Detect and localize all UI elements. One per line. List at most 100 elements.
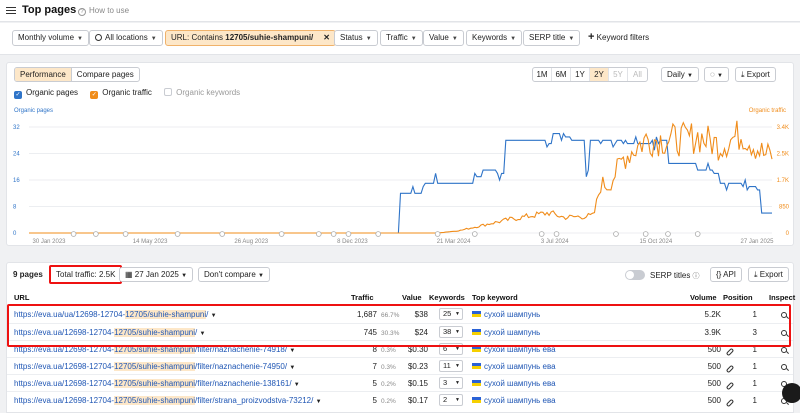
link-icon[interactable] [725, 347, 735, 357]
export-label: Export [759, 270, 783, 279]
plus-icon: + [588, 31, 595, 43]
x-tick-label: 15 Oct 2024 [640, 239, 673, 245]
keywords-dropdown[interactable]: 2 ▼ [439, 394, 463, 406]
top-keyword[interactable]: сухой шампунь ева [472, 396, 556, 405]
url-filter-value: 12705/suhie-shampuni/ [225, 33, 314, 42]
keywords-dropdown[interactable]: 11 ▼ [439, 360, 463, 372]
traffic-share-label: 0.3% [381, 364, 396, 371]
annotation-marker [613, 231, 619, 237]
col-traffic[interactable]: Traffic [351, 293, 374, 302]
url-match: 12705/suhie-shampuni [114, 379, 196, 388]
menu-icon[interactable] [6, 5, 16, 15]
table-row: https://eva.ua/12698-12704-12705/suhie-s… [7, 374, 793, 391]
url-link[interactable]: https://eva.ua/12698-12704-12705/suhie-s… [14, 396, 322, 405]
keywords-dropdown[interactable]: Keywords ▼ [466, 30, 523, 46]
traffic-number: 7 [372, 362, 377, 371]
value-label: Value [429, 33, 449, 42]
inspect-icon[interactable] [781, 346, 787, 355]
url-filter-prefix: URL: Contains [171, 33, 226, 42]
caret-down-icon: ▼ [77, 36, 83, 42]
compare-dropdown[interactable]: Don't compare ▼ [198, 267, 270, 282]
annotation-marker [330, 231, 337, 237]
y-right-tick-label: 3.4K [777, 125, 789, 131]
calendar-icon: ▦ [125, 270, 133, 279]
top-keyword-link: сухой шампунь ева [484, 362, 556, 371]
api-button[interactable]: {} API [710, 267, 743, 282]
x-tick-label: 14 May 2023 [133, 239, 168, 245]
traffic-share: 0.3% [379, 362, 396, 371]
page-header: Top pages ? How to use [0, 0, 800, 22]
annotation-marker [345, 231, 352, 237]
url-filter-chip[interactable]: URL: Contains 12705/suhie-shampuni/ ✕ [165, 30, 336, 46]
annotation-marker [219, 231, 225, 237]
keywords-dropdown[interactable]: 3 ▼ [439, 377, 463, 389]
caret-down-icon: ▼ [410, 36, 417, 42]
table-export-button[interactable]: ⤓ Export [748, 267, 789, 282]
status-dropdown[interactable]: Status ▼ [334, 30, 378, 46]
traffic-share: 0.2% [379, 396, 396, 405]
url-link[interactable]: https://eva.ua/12698-12704-12705/suhie-s… [14, 362, 295, 371]
col-url[interactable]: URL [14, 293, 29, 302]
keyword-filters-label: Keyword filters [596, 33, 650, 42]
caret-down-icon: ▼ [455, 363, 460, 369]
volume-cell: 500 [707, 396, 721, 405]
table-row: https://eva.ua/12698-12704-12705/suhie-s… [7, 357, 793, 374]
url-part: /filter/strana_proizvodstva-73212/ [195, 396, 314, 405]
globe-icon [95, 34, 102, 41]
locations-label: All locations [105, 33, 148, 42]
col-volume[interactable]: Volume [690, 293, 717, 302]
value-cell: $0.15 [407, 379, 428, 388]
value-dropdown[interactable]: Value ▼ [423, 30, 464, 46]
traffic-dropdown[interactable]: Traffic ▼ [380, 30, 423, 46]
traffic-share-label: 0.3% [381, 347, 396, 354]
traffic-share-label: 0.2% [381, 381, 396, 388]
date-picker[interactable]: ▦ 27 Jan 2025 ▼ [119, 267, 194, 282]
keyword-filters-button[interactable]: + Keyword filters [583, 30, 654, 46]
col-inspect: Inspect [769, 293, 796, 302]
url-part: https://eva.ua/12698-12704- [14, 362, 115, 371]
close-icon[interactable]: ✕ [323, 33, 330, 42]
traffic-value: 5 [373, 379, 377, 388]
keywords-count: 11 [443, 361, 451, 370]
series-line [29, 132, 772, 234]
compare-label: Don't compare [204, 270, 256, 279]
volume-cell: 500 [707, 379, 721, 388]
col-value[interactable]: Value [402, 293, 422, 302]
code-icon: {} [716, 270, 722, 279]
locations-dropdown[interactable]: All locations ▼ [89, 30, 163, 46]
position-cell: 1 [752, 396, 757, 405]
inspect-icon[interactable] [781, 363, 787, 372]
position-cell: 1 [752, 379, 757, 388]
link-icon[interactable] [725, 364, 735, 374]
caret-down-icon[interactable]: ▼ [316, 399, 322, 405]
serp-titles-label: SERP titles [650, 271, 691, 280]
monthly-volume-dropdown[interactable]: Monthly volume ▼ [12, 30, 89, 46]
caret-down-icon: ▼ [568, 36, 575, 42]
status-label: Status [340, 33, 363, 42]
y-right-tick-label: 2.5K [777, 152, 789, 158]
link-icon[interactable] [725, 381, 735, 391]
chat-bubble-icon[interactable] [782, 383, 800, 403]
url-link[interactable]: https://eva.ua/12698-12704-12705/suhie-s… [14, 379, 300, 388]
serp-titles-toggle[interactable]: SERP titles ⓘ [625, 270, 700, 281]
top-keyword[interactable]: сухой шампунь ева [472, 379, 556, 388]
link-icon[interactable] [725, 398, 735, 408]
how-to-use-link[interactable]: ? How to use [78, 6, 129, 16]
caret-down-icon[interactable]: ▼ [294, 382, 300, 388]
caret-down-icon[interactable]: ▼ [289, 348, 295, 354]
top-keyword[interactable]: сухой шампунь ева [472, 362, 556, 371]
col-top-keyword[interactable]: Top keyword [472, 293, 518, 302]
volume-cell: 500 [707, 362, 721, 371]
col-keywords[interactable]: Keywords [429, 293, 465, 302]
caret-down-icon[interactable]: ▼ [289, 365, 295, 371]
annotation-marker [538, 231, 545, 237]
traffic-share-label: 0.2% [381, 398, 396, 405]
traffic-chart: 0 0 8 850 16 1.7K 24 2.5K 32 3.4K 30 Jan 2023 14 Ma… [13, 120, 790, 245]
col-position[interactable]: Position [723, 293, 753, 302]
annotation-marker [694, 231, 701, 237]
keywords-count: 2 [443, 395, 448, 404]
position-cell: 1 [752, 362, 757, 371]
serp-title-dropdown[interactable]: SERP title ▼ [523, 30, 581, 46]
y-right-tick-label: 1.7K [777, 178, 789, 184]
annotation-marker [553, 231, 560, 237]
